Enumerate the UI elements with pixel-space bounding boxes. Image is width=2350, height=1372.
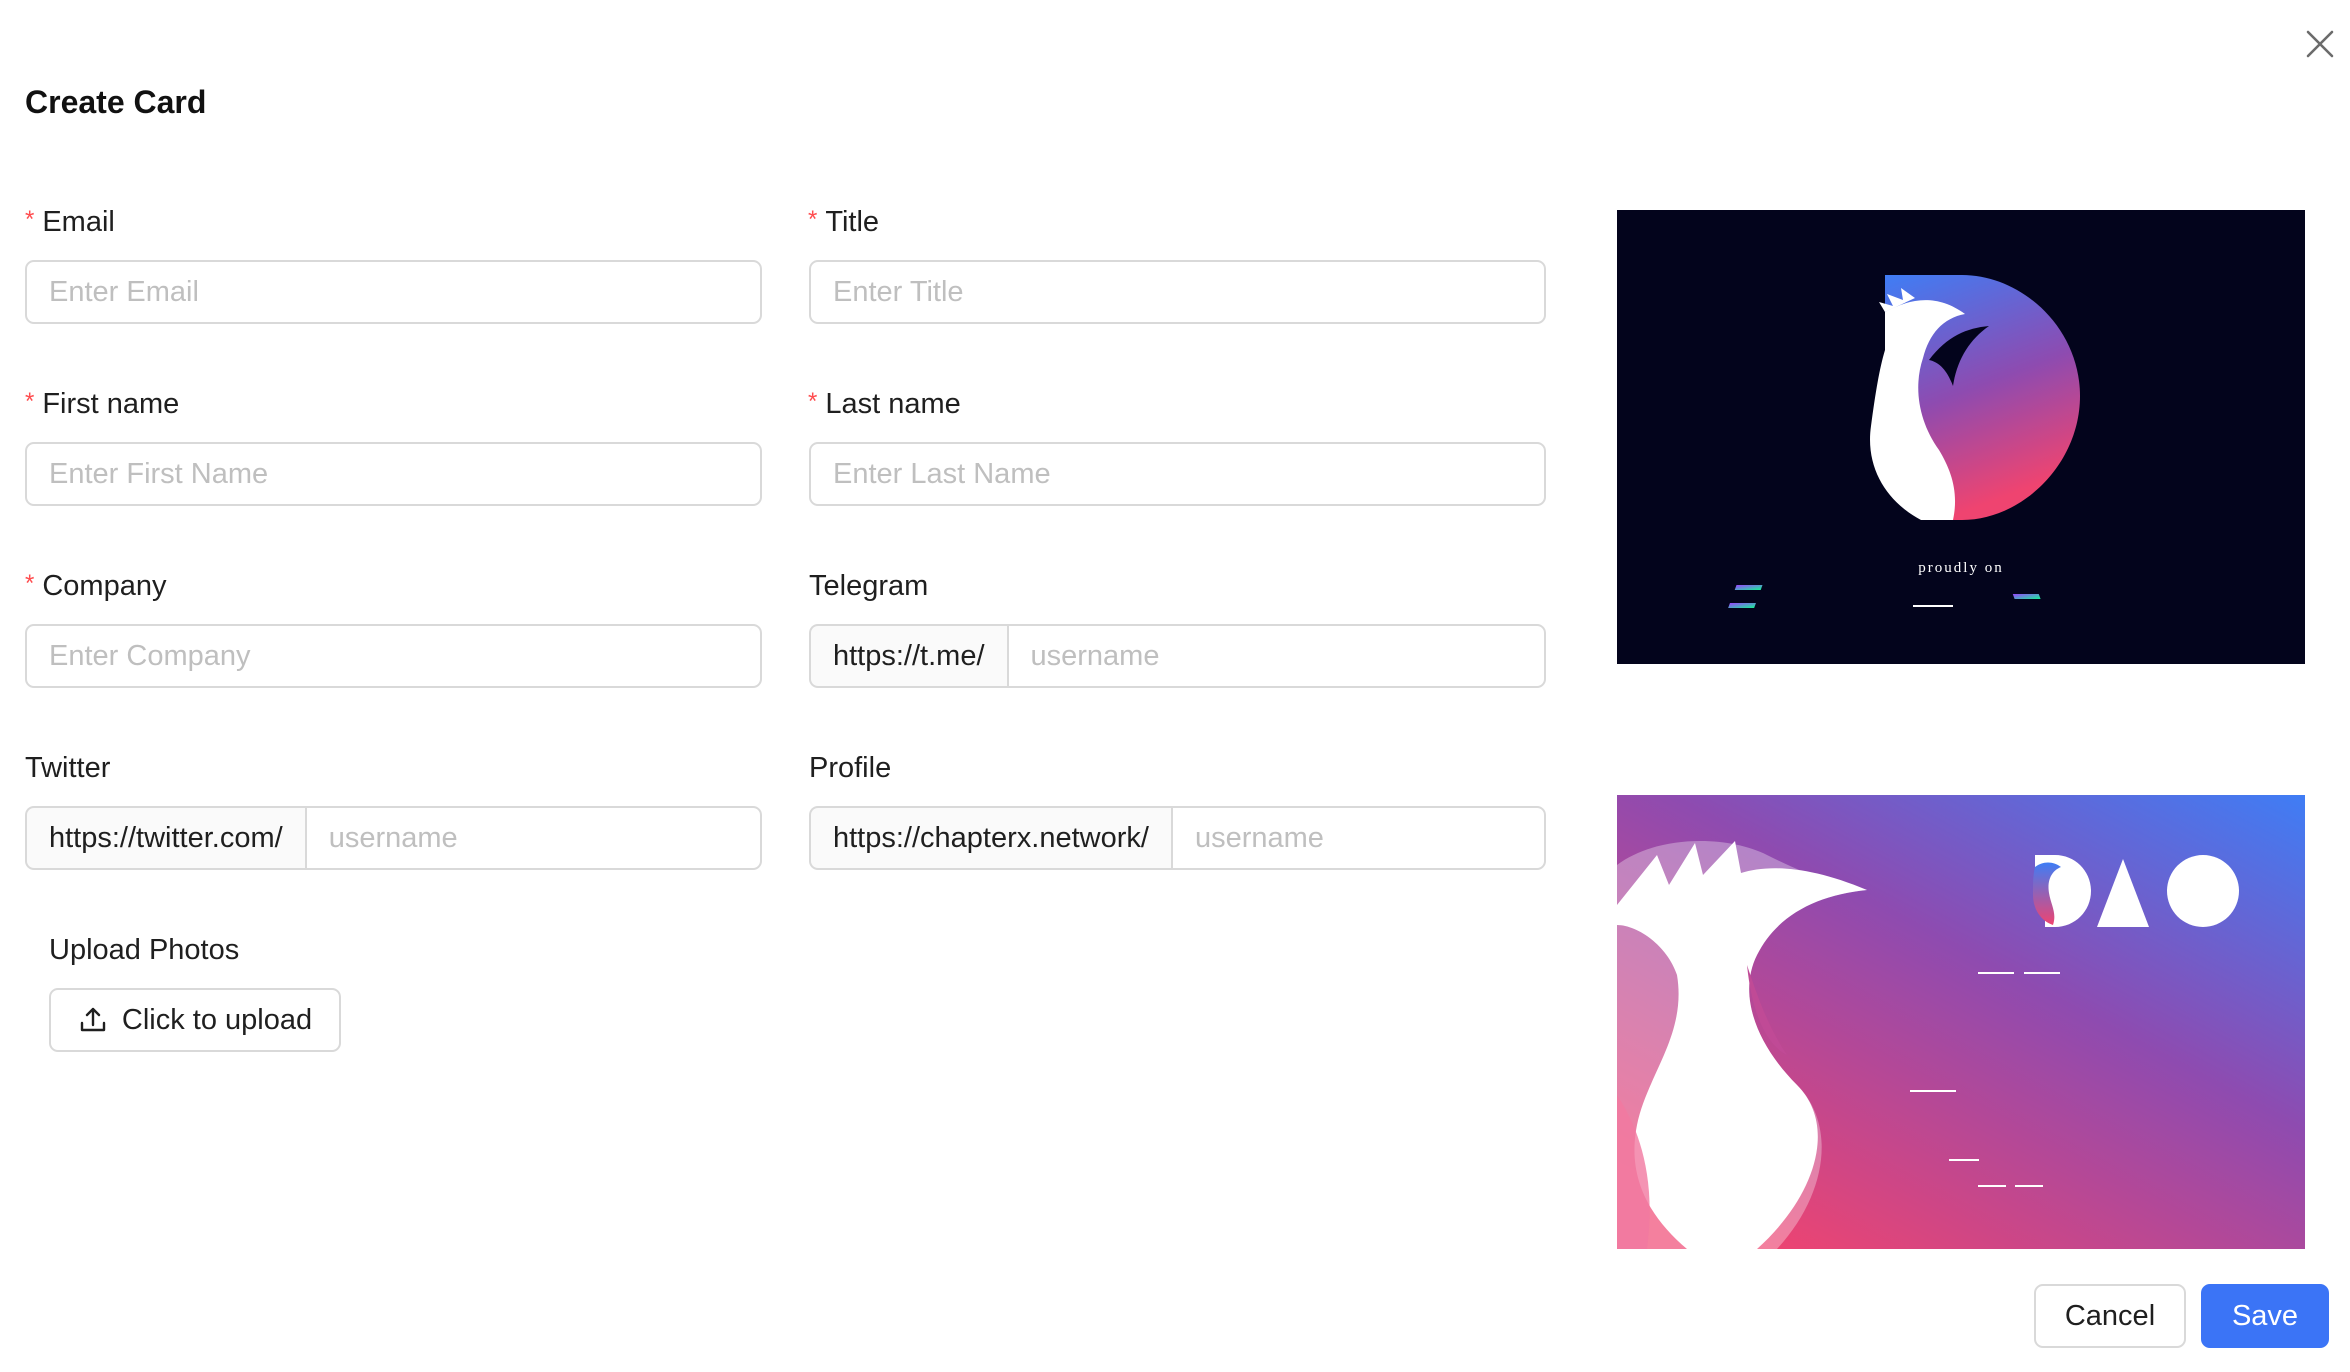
- cancel-button[interactable]: Cancel: [2034, 1284, 2186, 1348]
- last-name-field[interactable]: [809, 442, 1546, 506]
- last-name-label-text: Last name: [825, 388, 961, 420]
- close-icon[interactable]: [2302, 26, 2338, 62]
- first-name-field[interactable]: [25, 442, 762, 506]
- company-field[interactable]: [25, 624, 762, 688]
- profile-prefix: https://chapterx.network/: [809, 806, 1171, 870]
- required-mark: *: [808, 388, 818, 415]
- profile-input-group: https://chapterx.network/: [809, 806, 1546, 870]
- profile-label: Profile: [809, 752, 892, 784]
- required-mark: *: [25, 206, 35, 233]
- twitter-label: Twitter: [25, 752, 111, 784]
- save-button[interactable]: Save: [2201, 1284, 2329, 1348]
- email-label: * Email: [25, 204, 115, 242]
- card-front-preview: proudly on: [1617, 210, 2305, 664]
- last-name-label: * Last name: [808, 386, 961, 424]
- email-label-text: Email: [42, 206, 115, 238]
- first-name-label: * First name: [25, 386, 179, 424]
- required-mark: *: [808, 206, 818, 233]
- twitter-username-field[interactable]: [304, 806, 762, 870]
- card-back-artwork: [1617, 795, 2305, 1249]
- title-field[interactable]: [809, 260, 1546, 324]
- telegram-input-group: https://t.me/: [809, 624, 1546, 688]
- upload-icon: [80, 1007, 106, 1032]
- title-label: * Title: [808, 204, 879, 242]
- company-label: * Company: [25, 568, 166, 606]
- modal-title: Create Card: [25, 84, 207, 120]
- dao-logo-front: proudly on: [1728, 275, 2080, 608]
- twitter-input-group: https://twitter.com/: [25, 806, 762, 870]
- telegram-username-field[interactable]: [1006, 624, 1546, 688]
- profile-username-field[interactable]: [1170, 806, 1546, 870]
- upload-photos-label: Upload Photos: [49, 934, 240, 966]
- twitter-prefix: https://twitter.com/: [25, 806, 305, 870]
- telegram-prefix: https://t.me/: [809, 624, 1007, 688]
- email-field[interactable]: [25, 260, 762, 324]
- front-caption: proudly on: [1918, 560, 2003, 576]
- card-back-preview: [1617, 795, 2305, 1249]
- telegram-label: Telegram: [809, 570, 929, 602]
- upload-button[interactable]: Click to upload: [49, 988, 341, 1052]
- required-mark: *: [25, 570, 35, 597]
- company-label-text: Company: [42, 570, 167, 602]
- required-mark: *: [25, 388, 35, 415]
- title-label-text: Title: [825, 206, 880, 238]
- first-name-label-text: First name: [42, 388, 180, 420]
- upload-button-label: Click to upload: [121, 1003, 313, 1036]
